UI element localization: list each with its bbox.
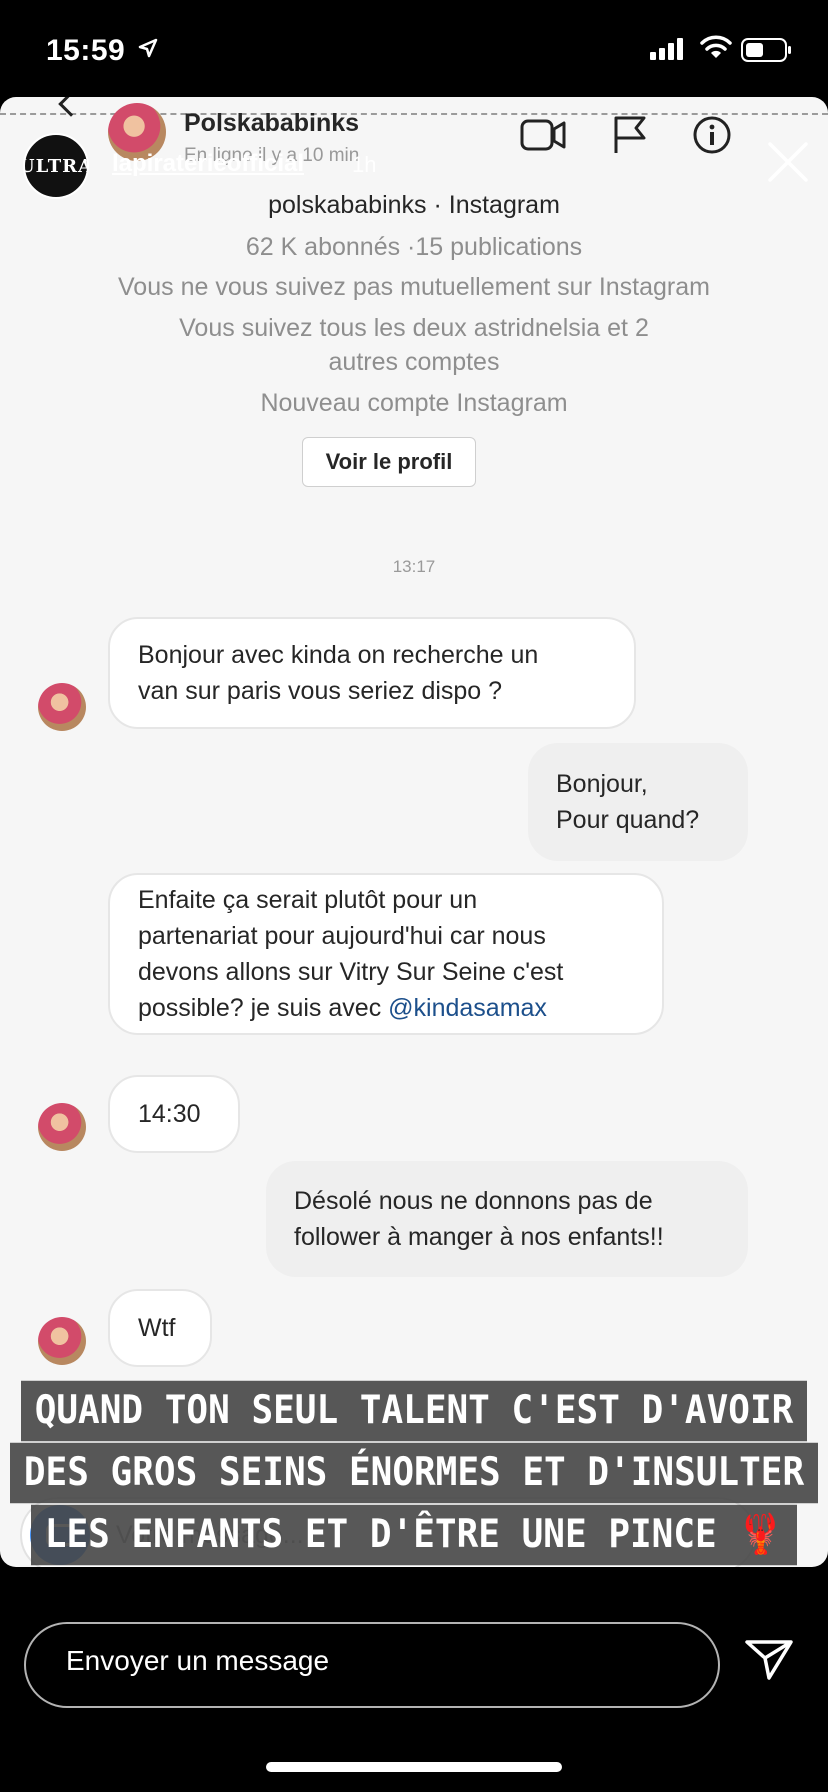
reply-placeholder: Envoyer un message (66, 1645, 330, 1676)
message-timestamp: 13:17 (392, 557, 436, 576)
info-icon (693, 116, 731, 154)
message-line: Enfaite ça serait plutôt pour un (138, 886, 478, 914)
message-line: 14:30 (138, 1100, 201, 1128)
message-line: Pour quand? (556, 806, 700, 834)
contact-name: Polskababinks (184, 109, 360, 137)
message-line: van sur paris vous seriez dispo ? (138, 677, 503, 705)
profile-mutual-status: Vous ne vous suivez pas mutuellement sur… (118, 273, 710, 301)
video-call-icon (520, 119, 566, 151)
story-screen: 15:59 Polskababinks En ligne il y a 10 m… (0, 0, 828, 1792)
message-line: Bonjour, (556, 770, 648, 798)
message-bubble-incoming: Bonjour avec kinda on recherche un van s… (108, 617, 636, 729)
story-card[interactable]: Polskababinks En ligne il y a 10 min pol… (0, 97, 828, 1567)
message-line: devons allons sur Vitry Sur Seine c'est (138, 958, 564, 986)
sender-avatar (38, 1317, 86, 1365)
composer-placeholder: Votre message... (116, 1521, 304, 1549)
wifi-icon (700, 35, 732, 58)
send-icon[interactable] (744, 1638, 794, 1682)
home-indicator (266, 1762, 562, 1772)
message-line: Wtf (138, 1314, 176, 1342)
location-arrow-icon (138, 38, 158, 58)
message-line: follower à manger à nos enfants!! (294, 1223, 664, 1251)
message-line: Désolé nous ne donnons pas de (294, 1187, 653, 1215)
sender-avatar (38, 683, 86, 731)
cellular-signal-icon (650, 38, 683, 60)
message-bubble-outgoing: Désolé nous ne donnons pas de follower à… (266, 1161, 748, 1277)
message-bubble-incoming: Wtf (108, 1289, 212, 1367)
message-text: possible? je suis avec (138, 994, 389, 1022)
sender-avatar (38, 1103, 86, 1151)
status-bar: 15:59 (0, 0, 828, 96)
brand-logo: ULTRA (25, 155, 89, 177)
view-profile-button[interactable]: Voir le profil (302, 437, 476, 487)
message-line: Bonjour avec kinda on recherche un (138, 641, 539, 669)
message-line: partenariat pour aujourd'hui car nous (138, 922, 546, 950)
profile-new-account: Nouveau compte Instagram (260, 389, 568, 417)
story-posted-time: 1h (352, 152, 377, 177)
battery-icon (741, 38, 791, 62)
story-account-name[interactable]: lapiraterieofficial (112, 150, 304, 178)
message-bubble-incoming: Enfaite ça serait plutôt pour un partena… (108, 873, 664, 1035)
camera-icon (30, 1505, 90, 1565)
flag-icon (614, 116, 646, 153)
mention-link[interactable]: @kindasamax (388, 994, 547, 1022)
close-icon[interactable] (766, 140, 810, 184)
profile-mutual-follows-line1: Vous suivez tous les deux astridnelsia e… (179, 314, 649, 342)
story-account-avatar[interactable]: ULTRA (23, 133, 89, 199)
profile-username-line: polskababinks · Instagram (268, 191, 560, 219)
profile-mutual-follows: Vous suivez tous les deux astridnelsia e… (0, 311, 828, 379)
status-time: 15:59 (46, 34, 126, 67)
profile-stats: 62 K abonnés ·15 publications (245, 233, 583, 261)
profile-mutual-follows-line2: autres comptes (328, 348, 500, 376)
message-line: possible? je suis avec @kindasamax (138, 990, 634, 1026)
message-bubble-outgoing: Bonjour, Pour quand? (528, 743, 748, 861)
message-bubble-incoming: 14:30 (108, 1075, 240, 1153)
